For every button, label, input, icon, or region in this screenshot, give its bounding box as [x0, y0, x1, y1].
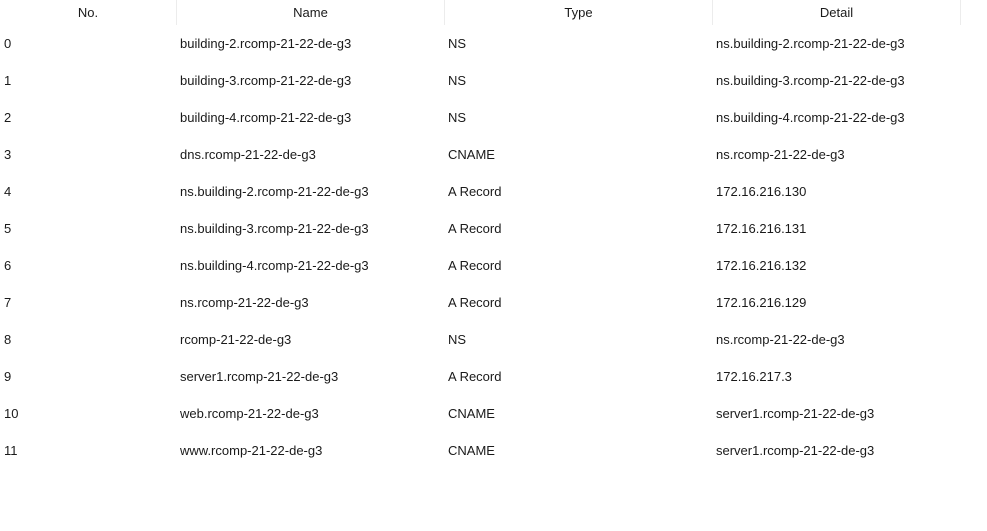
cell-detail: 172.16.217.3	[716, 369, 792, 384]
table-row[interactable]: 10 web.rcomp-21-22-de-g3 CNAME server1.r…	[0, 395, 961, 432]
cell-detail: ns.rcomp-21-22-de-g3	[716, 147, 845, 162]
cell-detail: server1.rcomp-21-22-de-g3	[716, 406, 875, 421]
table-row[interactable]: 5 ns.building-3.rcomp-21-22-de-g3 A Reco…	[0, 210, 961, 247]
cell-detail: server1.rcomp-21-22-de-g3	[716, 443, 875, 458]
cell-detail: 172.16.216.131	[716, 221, 807, 236]
cell-type: CNAME	[448, 406, 495, 421]
cell-type: NS	[448, 36, 467, 51]
table-row[interactable]: 0 building-2.rcomp-21-22-de-g3 NS ns.bui…	[0, 25, 961, 62]
cell-name: building-3.rcomp-21-22-de-g3	[180, 73, 352, 88]
cell-name: building-2.rcomp-21-22-de-g3	[180, 36, 352, 51]
table-header: No. Name Type Detail	[0, 0, 961, 25]
table-row[interactable]: 2 building-4.rcomp-21-22-de-g3 NS ns.bui…	[0, 99, 961, 136]
cell-detail: ns.building-3.rcomp-21-22-de-g3	[716, 73, 905, 88]
cell-no: 7	[4, 295, 12, 310]
column-header-detail[interactable]: Detail	[713, 0, 961, 25]
cell-name: rcomp-21-22-de-g3	[180, 332, 292, 347]
cell-name: ns.building-4.rcomp-21-22-de-g3	[180, 258, 369, 273]
table-row[interactable]: 7 ns.rcomp-21-22-de-g3 A Record 172.16.2…	[0, 284, 961, 321]
cell-detail: ns.rcomp-21-22-de-g3	[716, 332, 845, 347]
cell-no: 8	[4, 332, 12, 347]
cell-no: 1	[4, 73, 12, 88]
cell-name: www.rcomp-21-22-de-g3	[180, 443, 323, 458]
table-row[interactable]: 1 building-3.rcomp-21-22-de-g3 NS ns.bui…	[0, 62, 961, 99]
cell-type: CNAME	[448, 147, 495, 162]
cell-type: A Record	[448, 295, 502, 310]
cell-type: CNAME	[448, 443, 495, 458]
cell-type: A Record	[448, 184, 502, 199]
cell-name: web.rcomp-21-22-de-g3	[180, 406, 319, 421]
cell-name: building-4.rcomp-21-22-de-g3	[180, 110, 352, 125]
table-row[interactable]: 3 dns.rcomp-21-22-de-g3 CNAME ns.rcomp-2…	[0, 136, 961, 173]
cell-detail: ns.building-4.rcomp-21-22-de-g3	[716, 110, 905, 125]
cell-type: A Record	[448, 258, 502, 273]
cell-type: A Record	[448, 369, 502, 384]
cell-detail: 172.16.216.129	[716, 295, 807, 310]
column-header-no[interactable]: No.	[0, 0, 177, 25]
cell-type: A Record	[448, 221, 502, 236]
column-header-type[interactable]: Type	[445, 0, 713, 25]
cell-no: 0	[4, 36, 12, 51]
table-row[interactable]: 9 server1.rcomp-21-22-de-g3 A Record 172…	[0, 358, 961, 395]
cell-type: NS	[448, 110, 467, 125]
cell-no: 3	[4, 147, 12, 162]
cell-detail: ns.building-2.rcomp-21-22-de-g3	[716, 36, 905, 51]
cell-no: 6	[4, 258, 12, 273]
cell-name: ns.building-3.rcomp-21-22-de-g3	[180, 221, 369, 236]
cell-no: 5	[4, 221, 12, 236]
cell-detail: 172.16.216.132	[716, 258, 807, 273]
column-header-name[interactable]: Name	[177, 0, 445, 25]
cell-type: NS	[448, 73, 467, 88]
table-row[interactable]: 11 www.rcomp-21-22-de-g3 CNAME server1.r…	[0, 432, 961, 469]
cell-no: 4	[4, 184, 12, 199]
cell-detail: 172.16.216.130	[716, 184, 807, 199]
dns-records-table: No. Name Type Detail 0 building-2.rcomp-…	[0, 0, 961, 458]
table-row[interactable]: 6 ns.building-4.rcomp-21-22-de-g3 A Reco…	[0, 247, 961, 284]
cell-name: server1.rcomp-21-22-de-g3	[180, 369, 339, 384]
cell-no: 9	[4, 369, 12, 384]
table-row[interactable]: 8 rcomp-21-22-de-g3 NS ns.rcomp-21-22-de…	[0, 321, 961, 358]
cell-name: ns.building-2.rcomp-21-22-de-g3	[180, 184, 369, 199]
cell-no: 10	[4, 406, 19, 421]
cell-name: ns.rcomp-21-22-de-g3	[180, 295, 309, 310]
cell-name: dns.rcomp-21-22-de-g3	[180, 147, 316, 162]
cell-no: 11	[4, 443, 18, 458]
table-row[interactable]: 4 ns.building-2.rcomp-21-22-de-g3 A Reco…	[0, 173, 961, 210]
table-body: 0 building-2.rcomp-21-22-de-g3 NS ns.bui…	[0, 25, 961, 469]
cell-type: NS	[448, 332, 467, 347]
cell-no: 2	[4, 110, 12, 125]
